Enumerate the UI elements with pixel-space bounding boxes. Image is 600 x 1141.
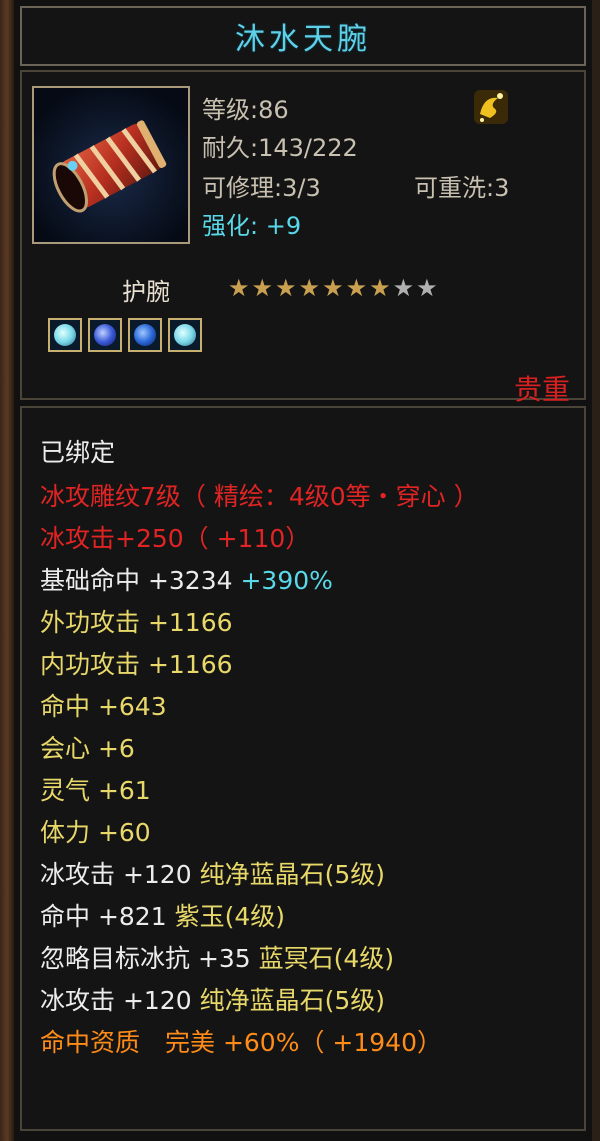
gem-name: 纯净蓝晶石(5级) [199,986,385,1015]
spirit-attribute: 灵气 +61 [40,776,151,805]
gem-attribute-1: 冰攻击 +120 纯净蓝晶石(5级) [40,860,385,890]
carving-attribute: 冰攻雕纹7级（ 精绘：4级0等・穿心 ） [40,482,479,511]
star-filled-icon: ★ [369,274,391,302]
item-durability: 耐久:143/222 [202,134,358,162]
star-empty-icon: ★ [392,274,415,302]
enhance-label: 强化: [202,212,259,240]
inner-attack-attribute: 内功攻击 +1166 [40,650,233,679]
background-left-strip [0,0,14,1141]
gem-icon [174,324,196,346]
item-name: 沐水天腕 [235,22,371,57]
item-rewashable: 可重洗:3 [414,174,510,202]
gem-icon [94,324,116,346]
aptitude-attribute: 命中资质 完美 +60%（ +1940） [40,1028,442,1057]
star-empty-icon: ★ [416,274,438,302]
item-star-rating: ★ ★ ★ ★ ★ ★ ★ ★ ★ [228,274,438,302]
base-hit-value: 基础命中 +3234 [40,566,233,595]
gem-icon [134,324,156,346]
item-repairable: 可修理:3/3 [202,174,321,202]
item-attributes-section: 已绑定 冰攻雕纹7级（ 精绘：4级0等・穿心 ） 冰攻击+250（ +110） … [20,406,586,1131]
item-enhance: 强化: +9 [202,206,301,241]
gem-slot-2 [88,318,122,352]
ice-attack-main-attribute: 冰攻击+250（ +110） [40,524,311,553]
gem-name: 蓝冥石(4级) [258,944,395,973]
gem-attribute-3: 忽略目标冰抗 +35 蓝冥石(4级) [40,944,394,974]
bound-status: 已绑定 [40,438,116,467]
stamina-attribute: 体力 +60 [40,818,151,847]
item-icon [32,86,190,244]
hit-attribute: 命中 +643 [40,692,167,721]
star-filled-icon: ★ [322,274,344,302]
gem-attribute-2: 命中 +821 紫玉(4级) [40,902,285,932]
gem-icon [54,324,76,346]
item-type: 护腕 [122,278,170,306]
enhance-value: +9 [265,212,302,240]
star-filled-icon: ★ [275,274,297,302]
item-level: 等级:86 [202,96,289,124]
item-title-bar: 沐水天腕 [20,6,586,66]
background-right-strip [592,0,600,1141]
star-filled-icon: ★ [345,274,368,302]
equip-badge-icon [470,86,512,128]
item-tooltip-panel: 沐水天腕 等级:86 耐久:143/222 可修理:3/3 可重洗:3 强化: … [14,0,592,1141]
gem-slot-3 [128,318,162,352]
gem-attribute-4: 冰攻击 +120 纯净蓝晶石(5级) [40,986,385,1016]
gem-slot-4 [168,318,202,352]
gem-stat: 冰攻击 +120 [40,986,192,1015]
outer-attack-attribute: 外功攻击 +1166 [40,608,233,637]
gem-stat: 命中 +821 [40,902,167,931]
gem-name: 紫玉(4级) [174,902,285,931]
gem-slot-1 [48,318,82,352]
star-filled-icon: ★ [228,274,250,302]
star-filled-icon: ★ [251,274,274,302]
star-filled-icon: ★ [298,274,321,302]
item-rarity: 贵重 [513,373,570,406]
gem-stat: 忽略目标冰抗 +35 [40,944,251,973]
gem-name: 纯净蓝晶石(5级) [199,860,385,889]
crit-attribute: 会心 +6 [40,734,135,763]
item-summary-section: 等级:86 耐久:143/222 可修理:3/3 可重洗:3 强化: +9 护腕… [20,70,586,406]
gem-stat: 冰攻击 +120 [40,860,192,889]
base-hit-bonus: +390% [240,566,333,595]
gem-slots [48,318,202,352]
bracer-icon [34,88,188,242]
base-hit-attribute: 基础命中 +3234 +390% [40,566,333,596]
